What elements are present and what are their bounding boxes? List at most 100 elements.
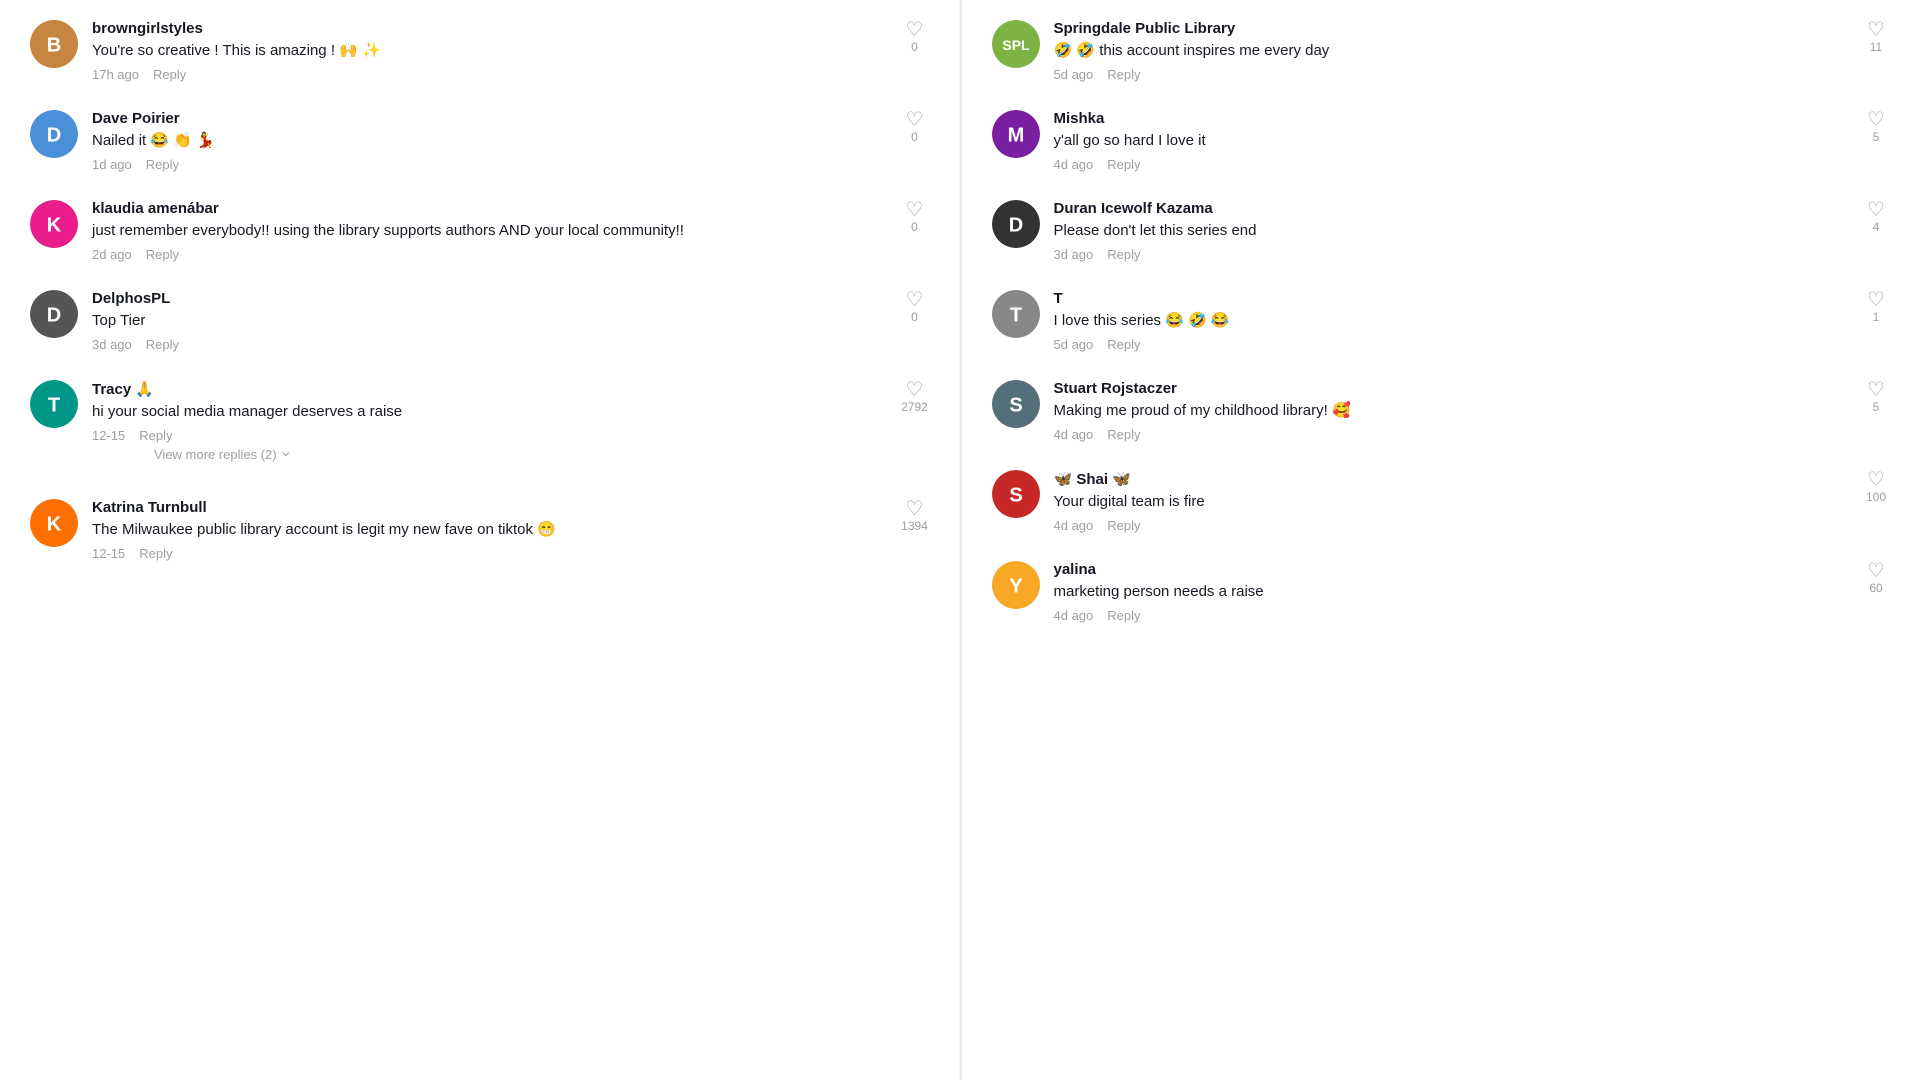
- like-section: ♡ 0: [901, 20, 929, 54]
- reply-button[interactable]: Reply: [1107, 157, 1140, 172]
- reply-button[interactable]: Reply: [1107, 247, 1140, 262]
- reply-button[interactable]: Reply: [153, 67, 186, 82]
- like-count: 5: [1873, 400, 1880, 414]
- like-section: ♡ 1394: [901, 499, 929, 533]
- like-count: 60: [1869, 581, 1882, 595]
- timestamp: 1d ago: [92, 157, 132, 172]
- comment-body: Springdale Public Library 🤣 🤣 this accou…: [1054, 20, 1847, 82]
- heart-icon[interactable]: ♡: [1867, 20, 1885, 40]
- timestamp: 5d ago: [1054, 67, 1094, 82]
- comment-text: Your digital team is fire: [1054, 491, 1847, 512]
- comment-text: Please don't let this series end: [1054, 220, 1847, 241]
- svg-text:D: D: [47, 305, 61, 327]
- timestamp: 12-15: [92, 546, 125, 561]
- heart-icon[interactable]: ♡: [1867, 110, 1885, 130]
- comment-item: SPL Springdale Public Library 🤣 🤣 this a…: [992, 20, 1891, 82]
- username: Katrina Turnbull: [92, 499, 885, 516]
- heart-icon[interactable]: ♡: [906, 380, 924, 400]
- like-count: 1: [1873, 310, 1880, 324]
- reply-button[interactable]: Reply: [1107, 608, 1140, 623]
- avatar: D: [30, 290, 78, 338]
- username: 🦋 Shai 🦋: [1054, 470, 1847, 488]
- avatar: Y: [992, 561, 1040, 609]
- username: yalina: [1054, 561, 1847, 578]
- timestamp: 3d ago: [1054, 247, 1094, 262]
- username: Dave Poirier: [92, 110, 885, 127]
- comment-text: marketing person needs a raise: [1054, 581, 1847, 602]
- like-section: ♡ 4: [1862, 200, 1890, 234]
- heart-icon[interactable]: ♡: [1867, 200, 1885, 220]
- timestamp: 4d ago: [1054, 157, 1094, 172]
- comment-text: I love this series 😂 🤣 😂: [1054, 310, 1847, 331]
- svg-text:B: B: [47, 35, 61, 57]
- reply-button[interactable]: Reply: [1107, 427, 1140, 442]
- username: Springdale Public Library: [1054, 20, 1847, 37]
- avatar: S: [992, 470, 1040, 518]
- comment-meta: 5d ago Reply: [1054, 337, 1847, 352]
- avatar: S: [992, 380, 1040, 428]
- heart-icon[interactable]: ♡: [1867, 561, 1885, 581]
- comment-body: Tracy 🙏 hi your social media manager des…: [92, 380, 885, 471]
- like-section: ♡ 0: [901, 290, 929, 324]
- heart-icon[interactable]: ♡: [906, 20, 924, 40]
- reply-button[interactable]: Reply: [1107, 518, 1140, 533]
- heart-icon[interactable]: ♡: [906, 200, 924, 220]
- comment-meta: 2d ago Reply: [92, 247, 885, 262]
- avatar: K: [30, 499, 78, 547]
- heart-icon[interactable]: ♡: [906, 110, 924, 130]
- comment-text: You're so creative ! This is amazing ! 🙌…: [92, 40, 885, 61]
- heart-icon[interactable]: ♡: [1867, 290, 1885, 310]
- comment-body: klaudia amenábar just remember everybody…: [92, 200, 885, 262]
- comment-body: Duran Icewolf Kazama Please don't let th…: [1054, 200, 1847, 262]
- reply-button[interactable]: Reply: [146, 157, 179, 172]
- username: Duran Icewolf Kazama: [1054, 200, 1847, 217]
- avatar: K: [30, 200, 78, 248]
- comment-meta: 3d ago Reply: [92, 337, 885, 352]
- comment-text: Top Tier: [92, 310, 885, 331]
- svg-text:K: K: [47, 514, 62, 536]
- svg-text:T: T: [1009, 305, 1021, 327]
- avatar: D: [30, 110, 78, 158]
- username: klaudia amenábar: [92, 200, 885, 217]
- like-count: 4: [1873, 220, 1880, 234]
- username: Stuart Rojstaczer: [1054, 380, 1847, 397]
- username: T: [1054, 290, 1847, 307]
- svg-text:S: S: [1009, 485, 1022, 507]
- like-count: 100: [1866, 490, 1886, 504]
- reply-button[interactable]: Reply: [1107, 67, 1140, 82]
- comment-item: T Tracy 🙏 hi your social media manager d…: [30, 380, 929, 471]
- timestamp: 4d ago: [1054, 427, 1094, 442]
- view-more-replies[interactable]: View more replies (2) ›: [92, 445, 885, 463]
- chevron-down-icon: ›: [276, 451, 294, 456]
- comment-body: browngirlstyles You're so creative ! Thi…: [92, 20, 885, 82]
- avatar: D: [992, 200, 1040, 248]
- comment-item: K Katrina Turnbull The Milwaukee public …: [30, 499, 929, 561]
- reply-button[interactable]: Reply: [146, 247, 179, 262]
- timestamp: 3d ago: [92, 337, 132, 352]
- right-column: SPL Springdale Public Library 🤣 🤣 this a…: [962, 0, 1920, 1080]
- reply-button[interactable]: Reply: [146, 337, 179, 352]
- like-count: 0: [911, 220, 918, 234]
- timestamp: 2d ago: [92, 247, 132, 262]
- comment-item: Y yalina marketing person needs a raise …: [992, 561, 1891, 623]
- view-more-label: View more replies (2): [154, 447, 277, 462]
- left-column: B browngirlstyles You're so creative ! T…: [0, 0, 960, 1080]
- heart-icon[interactable]: ♡: [906, 499, 924, 519]
- comment-body: T I love this series 😂 🤣 😂 5d ago Reply: [1054, 290, 1847, 352]
- comment-body: Dave Poirier Nailed it 😂 👏 💃 1d ago Repl…: [92, 110, 885, 172]
- heart-icon[interactable]: ♡: [906, 290, 924, 310]
- reply-button[interactable]: Reply: [139, 428, 172, 443]
- heart-icon[interactable]: ♡: [1867, 470, 1885, 490]
- like-count: 1394: [901, 519, 928, 533]
- timestamp: 12-15: [92, 428, 125, 443]
- like-section: ♡ 0: [901, 110, 929, 144]
- svg-text:D: D: [47, 125, 61, 147]
- like-section: ♡ 100: [1862, 470, 1890, 504]
- comment-meta: 1d ago Reply: [92, 157, 885, 172]
- username: Mishka: [1054, 110, 1847, 127]
- heart-icon[interactable]: ♡: [1867, 380, 1885, 400]
- comment-text: Nailed it 😂 👏 💃: [92, 130, 885, 151]
- comment-body: Mishka y'all go so hard I love it 4d ago…: [1054, 110, 1847, 172]
- reply-button[interactable]: Reply: [139, 546, 172, 561]
- reply-button[interactable]: Reply: [1107, 337, 1140, 352]
